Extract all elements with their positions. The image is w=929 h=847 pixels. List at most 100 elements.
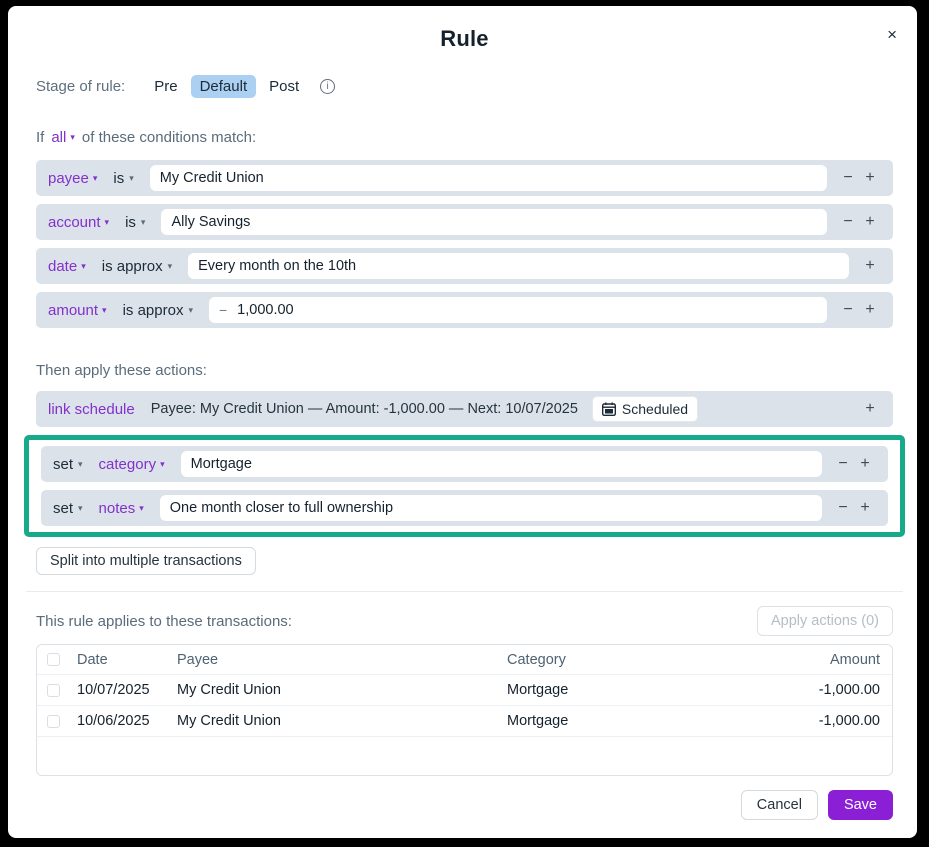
table-row[interactable]: 10/06/2025 My Credit Union Mortgage -1,0… (37, 706, 892, 737)
chevron-down-icon: ▾ (78, 503, 83, 514)
link-schedule-label: link schedule (48, 401, 135, 418)
conditions-heading: If all▾ of these conditions match: (36, 129, 893, 146)
verb-dropdown[interactable]: set▾ (53, 456, 83, 473)
add-condition-button[interactable]: + (859, 169, 881, 187)
column-header-date: Date (77, 652, 177, 668)
add-condition-button[interactable]: + (859, 257, 881, 275)
rule-dialog: Rule × Stage of rule: Pre Default Post i… (8, 6, 917, 838)
chevron-down-icon: ▾ (139, 503, 144, 514)
remove-condition-button[interactable]: − (837, 213, 859, 231)
condition-value-input[interactable] (161, 209, 827, 235)
table-row[interactable]: 10/07/2025 My Credit Union Mortgage -1,0… (37, 675, 892, 706)
cell-payee: My Credit Union (177, 682, 507, 698)
cell-category: Mortgage (507, 713, 730, 729)
apply-actions-button[interactable]: Apply actions (0) (757, 606, 893, 636)
section-divider (26, 591, 903, 592)
operator-label: is (113, 170, 124, 187)
remove-action-button[interactable]: − (832, 499, 854, 517)
cell-amount: -1,000.00 (730, 713, 880, 729)
conditions-operator-label: all (51, 129, 66, 146)
scheduled-badge-label: Scheduled (622, 401, 688, 417)
schedule-description: Payee: My Credit Union — Amount: -1,000.… (151, 401, 578, 417)
condition-row-amount: amount ▾ is approx ▾ − − + (36, 292, 893, 328)
action-value-input[interactable] (181, 451, 822, 477)
operator-dropdown[interactable]: is approx ▾ (123, 302, 193, 319)
condition-row-payee: payee ▾ is▾ − + (36, 160, 893, 196)
chevron-down-icon: ▾ (160, 459, 165, 470)
dialog-footer: Cancel Save (36, 776, 893, 820)
field-dropdown[interactable]: date ▾ (48, 258, 86, 275)
operator-label: is (125, 214, 136, 231)
conditions-prefix: If (36, 129, 44, 146)
chevron-down-icon: ▾ (105, 217, 110, 228)
chevron-down-icon: ▾ (93, 173, 98, 184)
cell-category: Mortgage (507, 682, 730, 698)
highlight-annotation: set▾ category▾ − + set▾ notes▾ − + (24, 435, 905, 537)
add-action-button[interactable]: + (854, 455, 876, 473)
close-icon[interactable]: × (887, 26, 897, 43)
table-empty-space (37, 737, 892, 775)
remove-action-button[interactable]: − (832, 455, 854, 473)
stage-option-default[interactable]: Default (191, 75, 257, 98)
add-condition-button[interactable]: + (859, 213, 881, 231)
transactions-heading-row: This rule applies to these transactions:… (36, 606, 893, 636)
operator-label: is approx (123, 302, 184, 319)
action-value-input[interactable] (160, 495, 822, 521)
link-schedule-dropdown[interactable]: link schedule (48, 401, 135, 418)
condition-row-date: date ▾ is approx ▾ + (36, 248, 893, 284)
chevron-down-icon: ▾ (81, 261, 86, 272)
condition-value-input[interactable] (188, 253, 849, 279)
remove-condition-button[interactable]: − (837, 169, 859, 187)
chevron-down-icon: ▾ (168, 261, 173, 272)
row-checkbox[interactable] (47, 715, 60, 728)
dialog-header: Rule × (36, 24, 893, 53)
select-all-checkbox[interactable] (47, 653, 60, 666)
table-header-row: Date Payee Category Amount (37, 645, 892, 675)
field-label: date (48, 258, 77, 275)
amount-input-wrap: − (209, 297, 827, 323)
verb-dropdown[interactable]: set▾ (53, 500, 83, 517)
add-condition-button[interactable]: + (859, 301, 881, 319)
row-checkbox[interactable] (47, 684, 60, 697)
action-row-set-notes: set▾ notes▾ − + (41, 490, 888, 526)
column-header-category: Category (507, 652, 730, 668)
action-row-link-schedule: link schedule Payee: My Credit Union — A… (36, 391, 893, 427)
operator-dropdown[interactable]: is▾ (125, 214, 145, 231)
cancel-button[interactable]: Cancel (741, 790, 818, 820)
actions-heading: Then apply these actions: (36, 362, 893, 379)
conditions-suffix: of these conditions match: (82, 129, 256, 146)
split-transactions-button[interactable]: Split into multiple transactions (36, 547, 256, 575)
conditions-operator-dropdown[interactable]: all▾ (51, 129, 75, 146)
cell-date: 10/06/2025 (77, 713, 177, 729)
field-label: payee (48, 170, 89, 187)
operator-dropdown[interactable]: is approx ▾ (102, 258, 172, 275)
cell-payee: My Credit Union (177, 713, 507, 729)
stage-label: Stage of rule: (36, 78, 125, 95)
save-button[interactable]: Save (828, 790, 893, 820)
chevron-down-icon: ▾ (102, 305, 107, 316)
stage-option-post[interactable]: Post (260, 75, 308, 98)
field-label: amount (48, 302, 98, 319)
page-title: Rule (440, 26, 488, 52)
field-dropdown[interactable]: category▾ (99, 456, 165, 473)
field-dropdown[interactable]: notes▾ (99, 500, 144, 517)
condition-value-input[interactable] (150, 165, 827, 191)
operator-label: is approx (102, 258, 163, 275)
field-label: category (99, 456, 157, 473)
transactions-heading: This rule applies to these transactions: (36, 613, 292, 630)
add-action-button[interactable]: + (859, 400, 881, 418)
add-action-button[interactable]: + (854, 499, 876, 517)
info-icon[interactable]: i (320, 79, 335, 94)
operator-dropdown[interactable]: is▾ (113, 170, 133, 187)
field-dropdown[interactable]: payee ▾ (48, 170, 97, 187)
column-header-amount: Amount (730, 652, 880, 668)
stage-option-pre[interactable]: Pre (145, 75, 186, 98)
remove-condition-button[interactable]: − (837, 301, 859, 319)
scheduled-badge[interactable]: Scheduled (592, 396, 698, 422)
field-dropdown[interactable]: amount ▾ (48, 302, 107, 319)
field-label: account (48, 214, 101, 231)
cell-date: 10/07/2025 (77, 682, 177, 698)
chevron-down-icon: ▾ (188, 305, 193, 316)
condition-value-input[interactable] (237, 302, 817, 318)
field-dropdown[interactable]: account ▾ (48, 214, 109, 231)
